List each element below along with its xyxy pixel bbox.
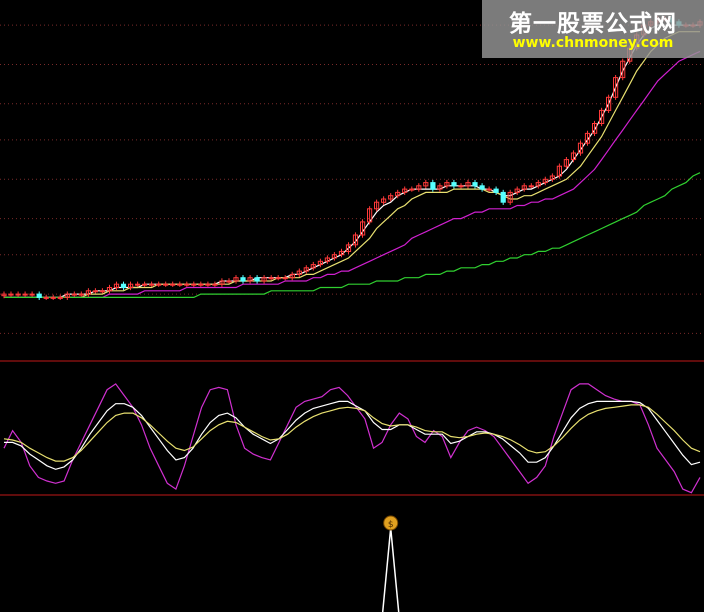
candle-body-4	[29, 293, 35, 296]
candle-body-7	[50, 296, 56, 299]
candle-body-61	[430, 182, 436, 190]
candle-body-2	[15, 293, 21, 296]
candle-body-34	[240, 277, 246, 282]
candle-body-23	[163, 283, 169, 286]
candle-body-32	[226, 280, 232, 283]
candle-body-5	[36, 293, 42, 298]
candle-body-36	[254, 277, 260, 282]
candle-body-22	[156, 283, 162, 286]
candle-body-3	[22, 293, 28, 296]
candle-body-64	[451, 182, 457, 187]
moving-average-ma_green	[4, 172, 701, 298]
signal-indicator: $	[381, 515, 400, 612]
candle-body-75	[528, 185, 534, 188]
candle-body-14	[99, 290, 106, 293]
candle-body-24	[170, 283, 176, 286]
candle-body-26	[184, 283, 190, 286]
moving-average-ma_white	[4, 24, 700, 298]
oscillator-line-osc_yellow	[3, 404, 701, 462]
candle-body-10	[71, 293, 77, 296]
candle-body-70	[493, 188, 499, 193]
chart-window: $ 第一股票公式网 www.chnmoney.com	[0, 0, 704, 612]
stock-chart-canvas[interactable]: $	[0, 0, 704, 612]
candle-body-58	[409, 188, 415, 191]
moving-average-ma_magenta	[4, 50, 701, 298]
candle-body-65	[458, 185, 464, 188]
candle-body-68	[479, 185, 485, 190]
oscillator-line-osc_magenta	[3, 383, 701, 494]
candle-body-28	[198, 283, 204, 286]
moving-average-ma_yellow	[4, 31, 700, 298]
watermark-url: www.chnmoney.com	[512, 35, 674, 51]
moving-average-lines	[4, 24, 701, 298]
signal-spike-0	[381, 527, 400, 612]
candle-body-29	[205, 283, 211, 286]
oscillator-lines	[3, 383, 701, 494]
candle-body-40	[282, 277, 288, 280]
candle-body-71	[500, 191, 506, 203]
watermark-title: 第一股票公式网	[509, 11, 677, 37]
candle-body-38	[268, 277, 274, 280]
candle-body-17	[120, 283, 127, 289]
candle-body-6	[43, 296, 49, 299]
candle-body-21	[149, 283, 155, 286]
candle-body-30	[212, 283, 218, 286]
site-watermark: 第一股票公式网 www.chnmoney.com	[482, 0, 704, 58]
candle-body-25	[177, 283, 183, 286]
candle-body-69	[486, 188, 492, 191]
candle-body-11	[78, 293, 84, 296]
panel-dividers	[0, 360, 704, 496]
candle-body-1	[8, 293, 14, 296]
candle-body-19	[135, 283, 141, 286]
candle-body-39	[275, 277, 281, 280]
candle-body-67	[472, 182, 478, 187]
candle-body-13	[92, 290, 99, 293]
candle-body-20	[142, 283, 148, 286]
candle-body-27	[191, 283, 197, 286]
candle-body-8	[57, 296, 63, 299]
price-grid	[0, 24, 704, 334]
money-bag-icon-glyph: $	[388, 520, 394, 530]
price-candles	[1, 15, 703, 300]
